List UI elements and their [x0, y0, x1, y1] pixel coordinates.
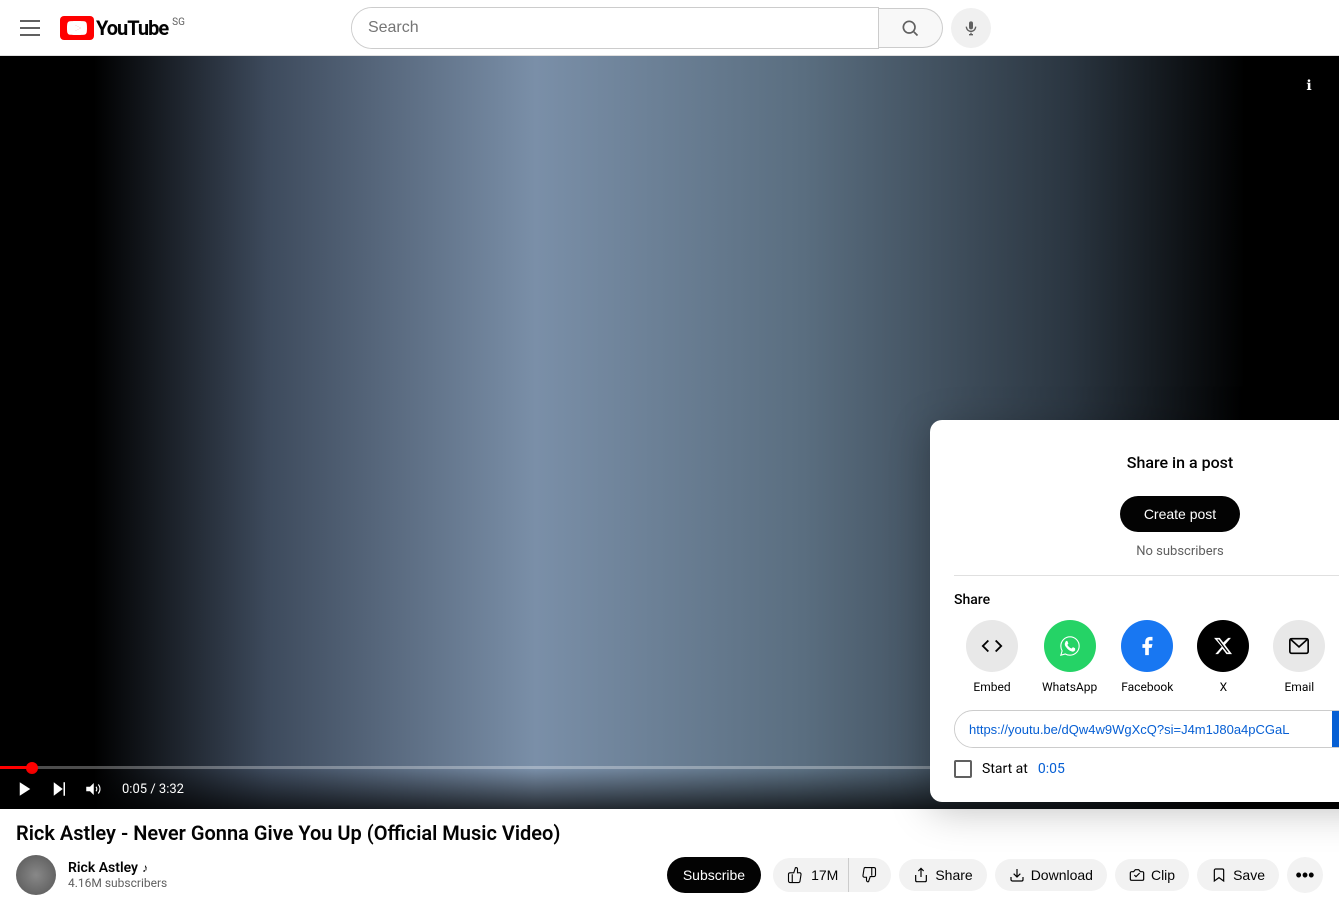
- action-buttons: 17M Share Download: [773, 857, 1323, 893]
- channel-avatar: [16, 855, 56, 895]
- next-button[interactable]: [46, 776, 72, 802]
- facebook-icon: [1136, 635, 1158, 657]
- search-button[interactable]: [879, 8, 943, 48]
- channel-info: Rick Astley ♪ 4.16M subscribers: [68, 860, 655, 890]
- share-icons-row: Embed WhatsApp Facebook: [954, 620, 1339, 694]
- more-options-button[interactable]: •••: [1287, 857, 1323, 893]
- like-dislike-group: 17M: [773, 858, 891, 892]
- share-x-item[interactable]: X: [1185, 620, 1261, 694]
- header: YouTube SG: [0, 0, 1339, 56]
- share-facebook-item[interactable]: Facebook: [1109, 620, 1185, 694]
- start-at-checkbox[interactable]: [954, 760, 972, 778]
- video-title: Rick Astley - Never Gonna Give You Up (O…: [16, 821, 1323, 845]
- youtube-logo[interactable]: YouTube SG: [60, 16, 185, 40]
- like-icon: [787, 866, 805, 884]
- hamburger-menu[interactable]: [16, 16, 44, 40]
- youtube-icon: [60, 16, 94, 40]
- search-input-wrap: [351, 7, 879, 49]
- below-video: Rick Astley - Never Gonna Give You Up (O…: [0, 809, 1339, 903]
- email-label: Email: [1284, 680, 1314, 694]
- copy-button[interactable]: Copy: [1332, 711, 1339, 747]
- time-total: 3:32: [159, 782, 184, 797]
- clip-action-button[interactable]: Clip: [1115, 859, 1189, 891]
- whatsapp-icon-circle: [1044, 620, 1096, 672]
- embed-icon-circle: [966, 620, 1018, 672]
- save-icon: [1211, 867, 1227, 883]
- email-icon-circle: [1273, 620, 1325, 672]
- save-action-button[interactable]: Save: [1197, 859, 1279, 891]
- whatsapp-label: WhatsApp: [1042, 680, 1097, 694]
- info-button[interactable]: ℹ: [1295, 72, 1323, 100]
- share-icons-container: Embed WhatsApp Facebook: [954, 620, 1339, 694]
- x-label: X: [1220, 680, 1228, 694]
- clip-icon: [1129, 867, 1145, 883]
- next-icon: [50, 780, 68, 798]
- share-section-label: Share: [954, 592, 1339, 608]
- like-button[interactable]: 17M: [773, 858, 849, 892]
- create-post-button[interactable]: Create post: [1120, 496, 1240, 532]
- channel-subscribers: 4.16M subscribers: [68, 876, 655, 890]
- x-icon-circle: [1197, 620, 1249, 672]
- youtube-country: SG: [172, 17, 185, 28]
- search-input[interactable]: [352, 8, 878, 48]
- more-dots: •••: [1296, 865, 1315, 886]
- share-modal: Share in a post × Create post No subscri…: [930, 420, 1339, 802]
- youtube-play-icon: [67, 21, 87, 35]
- download-action-button[interactable]: Download: [995, 859, 1107, 891]
- time-separator: /: [150, 782, 159, 797]
- share-embed-item[interactable]: Embed: [954, 620, 1030, 694]
- time-current: 0:05: [122, 782, 147, 797]
- modal-header: Share in a post ×: [954, 444, 1339, 480]
- channel-name: Rick Astley ♪: [68, 860, 655, 876]
- modal-divider: [954, 575, 1339, 576]
- share-label: Share: [935, 867, 972, 883]
- x-icon: [1213, 636, 1233, 656]
- music-note-icon: ♪: [142, 861, 148, 875]
- voice-search-button[interactable]: [951, 8, 991, 48]
- channel-name-text[interactable]: Rick Astley: [68, 860, 138, 876]
- start-at-row: Start at 0:05: [954, 760, 1339, 778]
- play-icon: [16, 780, 34, 798]
- avatar-image: [16, 855, 56, 895]
- save-label: Save: [1233, 867, 1265, 883]
- no-subscribers-text: No subscribers: [954, 544, 1339, 559]
- volume-button[interactable]: [80, 776, 106, 802]
- modal-title: Share in a post: [990, 453, 1339, 472]
- start-at-time[interactable]: 0:05: [1038, 761, 1065, 777]
- play-button[interactable]: [12, 776, 38, 802]
- share-email-item[interactable]: Email: [1261, 620, 1337, 694]
- dislike-icon: [859, 866, 877, 884]
- embed-icon: [981, 635, 1003, 657]
- email-icon: [1288, 635, 1310, 657]
- search-area: [351, 7, 991, 49]
- youtube-text: YouTube: [96, 16, 168, 40]
- search-icon: [900, 18, 920, 38]
- download-label: Download: [1031, 867, 1093, 883]
- microphone-icon: [963, 20, 979, 36]
- embed-label: Embed: [973, 680, 1010, 694]
- subscribe-button[interactable]: Subscribe: [667, 857, 761, 893]
- clip-label: Clip: [1151, 867, 1175, 883]
- url-copy-row: Copy: [954, 710, 1339, 748]
- dislike-button[interactable]: [849, 858, 891, 892]
- download-icon: [1009, 867, 1025, 883]
- whatsapp-icon: [1059, 635, 1081, 657]
- share-action-button[interactable]: Share: [899, 859, 986, 891]
- volume-icon: [84, 780, 102, 798]
- facebook-icon-circle: [1121, 620, 1173, 672]
- start-at-label: Start at: [982, 761, 1028, 777]
- url-input[interactable]: [955, 712, 1332, 747]
- like-count: 17M: [811, 867, 838, 883]
- facebook-label: Facebook: [1121, 680, 1173, 694]
- channel-row: Rick Astley ♪ 4.16M subscribers Subscrib…: [16, 855, 1323, 895]
- share-icon: [913, 867, 929, 883]
- header-left: YouTube SG: [16, 16, 185, 40]
- time-display: 0:05 / 3:32: [122, 782, 184, 797]
- share-whatsapp-item[interactable]: WhatsApp: [1030, 620, 1109, 694]
